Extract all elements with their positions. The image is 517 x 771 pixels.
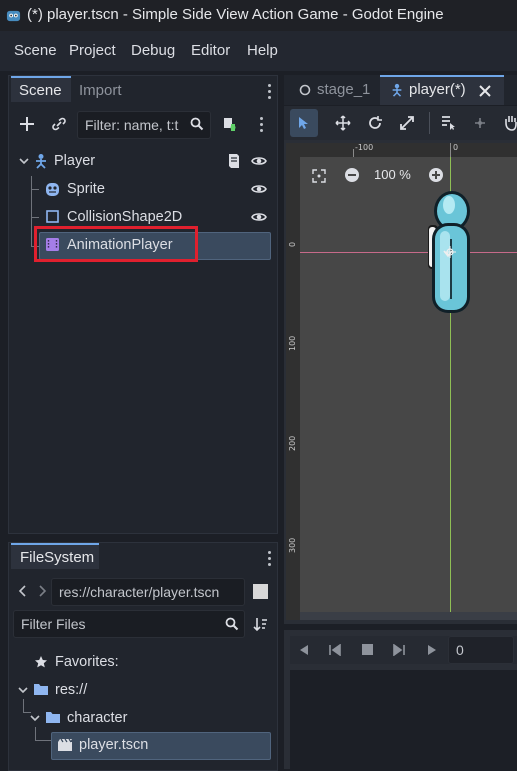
sort-icon[interactable]	[253, 617, 268, 632]
visibility-eye-icon[interactable]	[251, 183, 267, 195]
forward-arrow-icon[interactable]	[37, 585, 47, 597]
pivot-tool-icon[interactable]	[472, 115, 488, 131]
editor-tabs-bar: stage_1 player(*)	[284, 75, 517, 105]
scene-tab-icon	[299, 84, 311, 96]
visibility-eye-icon[interactable]	[251, 211, 267, 223]
link-icon[interactable]	[51, 116, 67, 132]
player-node-icon	[392, 83, 402, 97]
scene-more-icon[interactable]	[260, 117, 264, 135]
fs-item-character[interactable]: character	[67, 705, 127, 731]
dock-menu-icon[interactable]	[268, 84, 272, 102]
fs-item-favorites[interactable]: Favorites:	[55, 649, 119, 675]
tab-import[interactable]: Import	[79, 78, 139, 104]
view-mode-icon[interactable]	[253, 584, 268, 599]
back-arrow-icon[interactable]	[18, 585, 28, 597]
tab-scene[interactable]: Scene	[11, 76, 71, 102]
menu-editor[interactable]: Editor	[191, 42, 230, 59]
canvas-viewport[interactable]: 100 %	[300, 157, 517, 612]
ruler-label: 100	[288, 335, 297, 351]
zoom-level[interactable]: 100 %	[374, 167, 411, 182]
zoom-reset-icon[interactable]	[312, 169, 326, 183]
godot-logo-icon	[6, 10, 21, 22]
move-tool-icon[interactable]	[335, 115, 351, 131]
add-node-icon[interactable]	[19, 116, 35, 132]
filter-files-placeholder: Filter Files	[21, 616, 86, 632]
scale-tool-icon[interactable]	[399, 115, 415, 131]
menu-bar: Scene Project Debug Editor Help	[0, 31, 517, 71]
menu-scene[interactable]: Scene	[14, 42, 57, 59]
select-tool-button[interactable]	[290, 109, 318, 137]
select-arrow-icon	[299, 117, 308, 129]
collapse-arrow-icon[interactable]	[18, 685, 28, 695]
ruler-label: 0	[453, 143, 459, 152]
horizontal-ruler: -100 0	[286, 143, 517, 157]
list-select-icon[interactable]	[440, 115, 456, 131]
viewport-scrollbar[interactable]	[300, 612, 517, 620]
character-sprite[interactable]	[424, 189, 476, 315]
canvas-toolbar	[284, 106, 517, 140]
frame-value: 0	[456, 642, 464, 658]
search-icon	[225, 617, 239, 631]
window-title: (*) player.tscn - Simple Side View Actio…	[27, 6, 444, 23]
stop-icon[interactable]	[362, 644, 373, 655]
collapse-arrow-icon[interactable]	[19, 156, 29, 166]
fs-item-player-tscn[interactable]: player.tscn	[79, 732, 148, 758]
tree-item-player[interactable]: Player	[54, 148, 95, 174]
animation-track-area[interactable]	[290, 670, 517, 769]
search-icon	[190, 117, 204, 131]
x-axis-line	[300, 252, 517, 253]
toolbar-separator	[429, 112, 430, 134]
ruler-label: 200	[288, 435, 297, 451]
filesystem-dock: FileSystem res://character/player.tscn F…	[8, 542, 278, 771]
collision-shape-icon	[46, 210, 59, 223]
ruler-label: 0	[288, 241, 297, 247]
zoom-in-icon[interactable]	[428, 167, 444, 183]
pan-hand-icon[interactable]	[504, 114, 517, 131]
ruler-label: -100	[355, 143, 374, 152]
frame-field[interactable]: 0	[448, 636, 514, 664]
collapse-arrow-icon[interactable]	[30, 713, 40, 723]
script-icon[interactable]	[227, 153, 241, 169]
tab-stage-1[interactable]: stage_1	[317, 77, 370, 103]
vertical-ruler: 0 100 200 300	[286, 143, 300, 620]
animation-panel: 0	[284, 630, 517, 769]
close-icon[interactable]	[479, 85, 491, 97]
star-icon	[35, 656, 47, 668]
dock-menu-icon[interactable]	[268, 551, 272, 569]
highlight-box	[34, 226, 198, 262]
tab-player-label: player(*)	[409, 81, 466, 98]
visibility-eye-icon[interactable]	[251, 155, 267, 167]
play-icon[interactable]	[426, 644, 438, 656]
rotate-tool-icon[interactable]	[367, 115, 383, 131]
title-bar: (*) player.tscn - Simple Side View Actio…	[0, 0, 517, 31]
play-from-start-icon[interactable]	[392, 644, 406, 656]
path-text: res://character/player.tscn	[59, 584, 220, 600]
attach-script-icon[interactable]	[221, 116, 237, 132]
zoom-out-icon[interactable]	[344, 167, 360, 183]
tab-filesystem[interactable]: FileSystem	[11, 543, 99, 569]
scene-dock: Scene Import Filter: name, t:t Player Sp…	[8, 75, 278, 534]
sprite-node-icon	[46, 183, 59, 196]
tree-item-sprite[interactable]: Sprite	[67, 176, 105, 202]
filter-files-input[interactable]: Filter Files	[13, 610, 245, 638]
player-node-icon	[36, 154, 46, 169]
folder-icon	[46, 712, 60, 723]
scene-file-icon	[58, 738, 72, 751]
menu-help[interactable]: Help	[247, 42, 278, 59]
path-field[interactable]: res://character/player.tscn	[51, 578, 245, 606]
folder-icon	[34, 684, 48, 695]
tab-player[interactable]: player(*)	[380, 75, 504, 105]
scene-filter-placeholder: Filter: name, t:t	[85, 117, 179, 133]
play-backwards-icon[interactable]	[298, 644, 310, 656]
play-backwards-from-end-icon[interactable]	[328, 644, 342, 656]
menu-debug[interactable]: Debug	[131, 42, 175, 59]
fs-item-res-root[interactable]: res://	[55, 677, 87, 703]
ruler-label: 300	[288, 537, 297, 553]
menu-project[interactable]: Project	[69, 42, 116, 59]
